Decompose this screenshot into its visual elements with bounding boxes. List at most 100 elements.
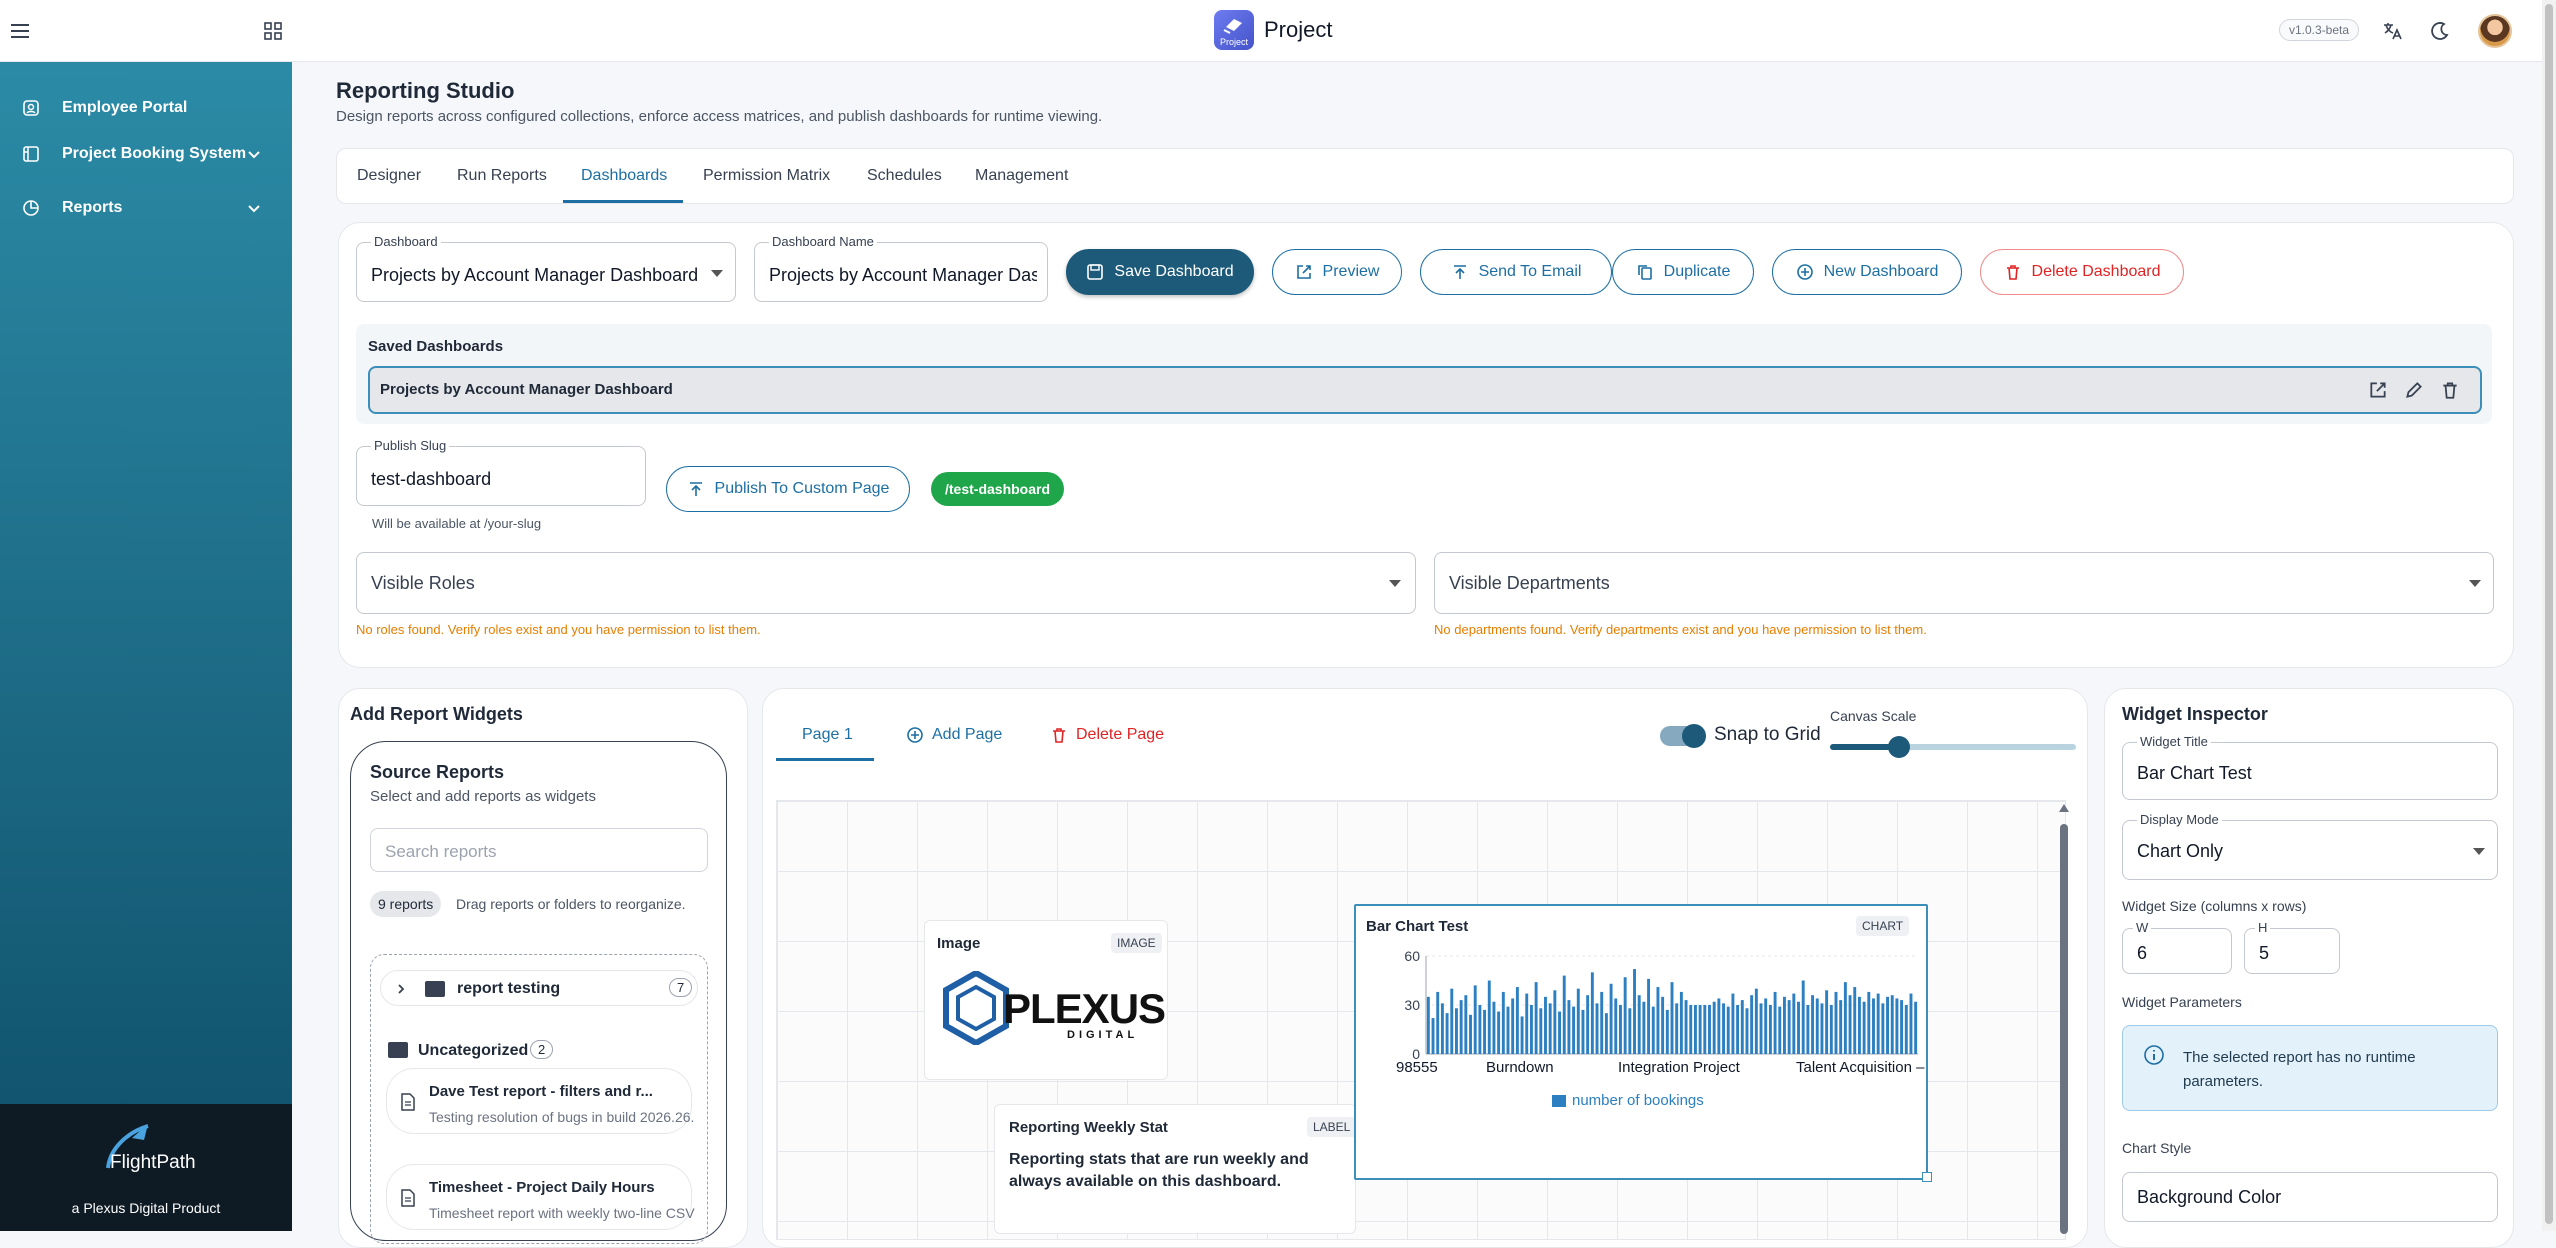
bar xyxy=(1689,1005,1693,1054)
x-tick-label: Talent Acquisition – Refresh xyxy=(1796,1059,1926,1076)
send-to-email-button[interactable]: Send To Email xyxy=(1420,249,1612,295)
widget-width-input[interactable]: W 6 xyxy=(2122,920,2232,974)
publish-slug-input[interactable]: Publish Slug test-dashboard xyxy=(356,438,646,506)
source-reports-title: Source Reports xyxy=(370,762,505,782)
tab-designer[interactable]: Designer xyxy=(357,167,421,185)
bar xyxy=(1614,998,1618,1054)
app-title[interactable]: Project Project xyxy=(1214,10,1332,50)
sidebar-item-employee-portal[interactable]: Employee Portal xyxy=(0,88,292,128)
visible-roles-select[interactable]: Visible Roles xyxy=(356,552,1416,614)
published-slug-badge[interactable]: /test-dashboard xyxy=(931,472,1065,506)
bar xyxy=(1623,977,1627,1054)
saved-dashboards-panel: Saved Dashboards Projects by Account Man… xyxy=(356,324,2492,424)
add-page-button[interactable]: Add Page xyxy=(906,726,1002,744)
portal-icon xyxy=(20,97,42,119)
image-widget[interactable]: Image IMAGE PLEXUS DIGITAL xyxy=(924,920,1168,1080)
canvas-scrollbar[interactable] xyxy=(2060,824,2068,1234)
delete-page-button[interactable]: Delete Page xyxy=(1050,726,1164,744)
user-avatar[interactable] xyxy=(2478,14,2512,48)
resize-handle[interactable] xyxy=(1922,1172,1932,1182)
dashboard-name-input[interactable]: Dashboard Name Projects by Account Manag… xyxy=(754,234,1048,302)
bar xyxy=(1628,1008,1632,1054)
bar xyxy=(1778,1006,1782,1054)
x-tick-label: Integration Project xyxy=(1618,1059,1741,1076)
y-tick-label: 30 xyxy=(1404,997,1420,1013)
tab-run-reports[interactable]: Run Reports xyxy=(457,167,547,185)
bar xyxy=(1722,1003,1725,1054)
field-value: Bar Chart Test xyxy=(2137,763,2252,783)
canvas-scale-slider[interactable] xyxy=(1830,736,2076,758)
background-color-input[interactable]: Background Color xyxy=(2122,1172,2498,1222)
label-widget[interactable]: Reporting Weekly Stat LABEL Reporting st… xyxy=(994,1104,1357,1234)
report-description: Testing resolution of bugs in build 2026… xyxy=(429,1109,695,1125)
new-dashboard-button[interactable]: New Dashboard xyxy=(1772,249,1962,295)
sidebar-item-project-booking[interactable]: Project Booking System xyxy=(0,134,292,174)
dropdown-arrow-icon xyxy=(711,270,723,277)
widget-title-input[interactable]: Widget Title Bar Chart Test xyxy=(2122,734,2498,800)
saved-dashboard-item[interactable]: Projects by Account Manager Dashboard xyxy=(368,366,2482,414)
tab-schedules[interactable]: Schedules xyxy=(867,167,942,185)
bar xyxy=(1679,991,1683,1054)
plexus-logo-icon xyxy=(943,971,1009,1045)
field-value: Visible Departments xyxy=(1449,573,1610,593)
button-label: Preview xyxy=(1322,263,1380,280)
tab-management[interactable]: Management xyxy=(975,167,1068,185)
tab-dashboards[interactable]: Dashboards xyxy=(581,167,667,185)
upload-icon xyxy=(689,482,702,496)
edit-icon[interactable] xyxy=(2404,380,2424,400)
menu-icon[interactable] xyxy=(6,17,34,45)
report-title: Dave Test report - filters and r... xyxy=(429,1083,653,1100)
widget-title: Bar Chart Test xyxy=(1366,918,1469,935)
visible-departments-select[interactable]: Visible Departments xyxy=(1434,552,2494,614)
bar xyxy=(1890,995,1894,1054)
bar xyxy=(1717,998,1721,1054)
bar xyxy=(1642,1001,1646,1054)
bar xyxy=(1675,1003,1679,1054)
sidebar: Employee Portal Project Booking System R… xyxy=(0,62,292,1231)
translate-icon[interactable] xyxy=(2378,17,2406,45)
widget-parameters-label: Widget Parameters xyxy=(2122,994,2242,1010)
report-item[interactable]: Dave Test report - filters and r... Test… xyxy=(386,1068,695,1134)
dark-mode-icon[interactable] xyxy=(2426,17,2454,45)
scroll-up-icon[interactable] xyxy=(2058,803,2070,813)
publish-custom-page-button[interactable]: Publish To Custom Page xyxy=(666,466,910,512)
save-dashboard-button[interactable]: Save Dashboard xyxy=(1066,249,1254,295)
duplicate-button[interactable]: Duplicate xyxy=(1612,249,1754,295)
button-label: Duplicate xyxy=(1663,263,1731,280)
delete-dashboard-button[interactable]: Delete Dashboard xyxy=(1980,249,2184,295)
apps-grid-icon[interactable] xyxy=(259,17,287,45)
chevron-right-icon[interactable] xyxy=(395,983,407,995)
bar xyxy=(1792,993,1796,1054)
snap-to-grid-toggle[interactable] xyxy=(1660,724,1706,748)
bar xyxy=(1483,1009,1487,1054)
tab-permission-matrix[interactable]: Permission Matrix xyxy=(703,167,830,185)
bar xyxy=(1740,1000,1744,1054)
bar xyxy=(1909,993,1913,1054)
field-value: 6 xyxy=(2137,943,2148,963)
bar xyxy=(1867,991,1871,1054)
bar xyxy=(1839,1000,1843,1054)
chart-widget[interactable]: Bar Chart Test CHART 0 30 60 98555 Burndown I… xyxy=(1354,904,1932,1182)
dashboard-select[interactable]: Dashboard Projects by Account Manager Da… xyxy=(356,234,736,302)
display-mode-select[interactable]: Display Mode Chart Only xyxy=(2122,812,2498,880)
bar xyxy=(1881,1003,1885,1054)
search-reports-input[interactable]: Search reports xyxy=(370,828,708,872)
preview-button[interactable]: Preview xyxy=(1272,249,1402,295)
widget-height-input[interactable]: H 5 xyxy=(2244,920,2340,974)
bar xyxy=(1815,998,1819,1054)
page-scrollbar[interactable] xyxy=(2542,0,2556,1231)
flightpath-brand-text: FlightPath xyxy=(110,1152,196,1173)
bar xyxy=(1609,983,1613,1054)
open-external-icon xyxy=(1296,265,1311,279)
trash-icon[interactable] xyxy=(2440,380,2460,400)
page-tab-indicator xyxy=(776,758,874,761)
page-tab-1[interactable]: Page 1 xyxy=(802,726,853,744)
sidebar-item-reports[interactable]: Reports xyxy=(0,188,292,228)
report-item[interactable]: Timesheet - Project Daily Hours Timeshee… xyxy=(386,1164,695,1230)
bar xyxy=(1604,1013,1608,1054)
chart-style-label: Chart Style xyxy=(2122,1140,2192,1156)
folder-row-report-testing[interactable]: report testing 7 xyxy=(380,970,698,1006)
open-external-icon[interactable] xyxy=(2368,380,2388,400)
booking-icon xyxy=(20,143,42,165)
sidebar-item-label: Employee Portal xyxy=(62,99,188,116)
